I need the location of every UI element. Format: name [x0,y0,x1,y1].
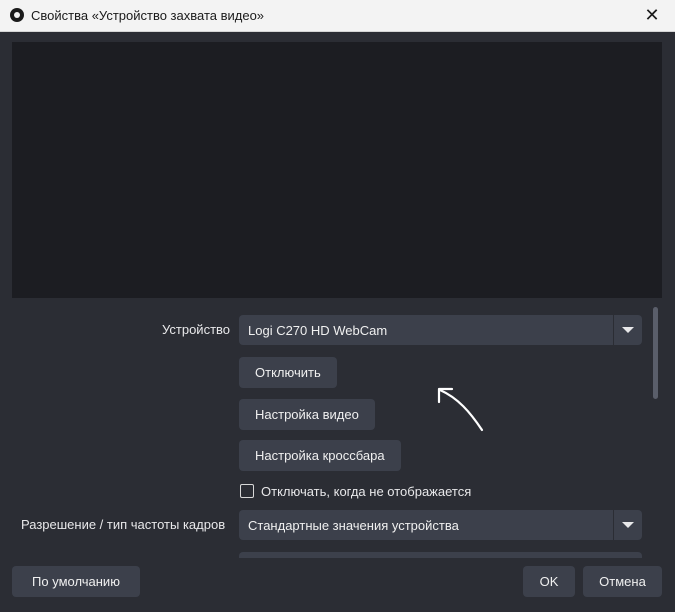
resolution-select-value: Стандартные значения устройства [248,517,459,533]
scrollbar[interactable] [651,305,660,557]
defaults-button[interactable]: По умолчанию [12,566,140,597]
dialog-body: Устройство Logi C270 HD WebCam Отключить… [0,32,675,612]
chevron-down-icon [613,315,642,345]
resolution-label: Разрешение / тип частоты кадров [21,517,226,532]
scrollbar-thumb[interactable] [653,307,658,399]
annotation-arrow-icon [437,387,484,432]
partial-select[interactable] [239,552,642,558]
resolution-select[interactable]: Стандартные значения устройства [239,510,642,540]
device-select[interactable]: Logi C270 HD WebCam [239,315,642,345]
cancel-button[interactable]: Отмена [583,566,662,597]
chevron-down-icon [613,510,642,540]
deactivate-when-hidden-row[interactable]: Отключать, когда не отображается [240,483,471,499]
video-preview [12,42,662,298]
title-bar: Свойства «Устройство захвата видео» ✕ [0,0,675,32]
close-button[interactable]: ✕ [629,0,675,31]
crossbar-settings-button[interactable]: Настройка кроссбара [239,440,401,471]
close-icon: ✕ [644,5,660,25]
device-label: Устройство [162,322,231,337]
disable-button[interactable]: Отключить [239,357,337,388]
deactivate-when-hidden-label: Отключать, когда не отображается [261,483,472,499]
device-select-value: Logi C270 HD WebCam [248,322,388,338]
video-settings-button[interactable]: Настройка видео [239,399,375,430]
ok-button[interactable]: OK [523,566,575,597]
obs-icon [10,8,24,22]
deactivate-when-hidden-checkbox[interactable] [240,484,254,498]
window-title: Свойства «Устройство захвата видео» [31,8,265,23]
